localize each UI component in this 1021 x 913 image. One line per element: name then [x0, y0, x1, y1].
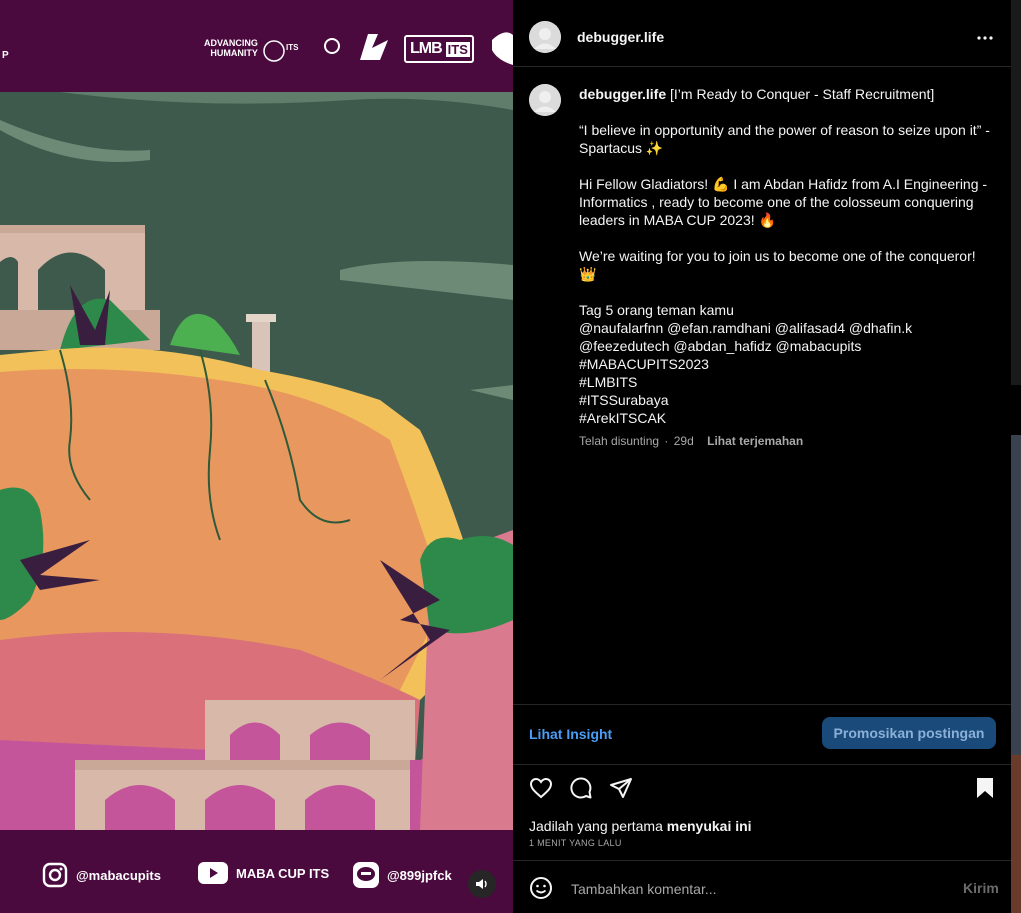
edited-label: Telah disunting — [579, 434, 660, 448]
social-line: @899jpfck — [353, 862, 452, 888]
strip-segment — [1011, 385, 1021, 435]
sponsor-lmb-its-text: ITS — [445, 41, 470, 57]
volume-button[interactable] — [468, 870, 496, 898]
comment-divider — [513, 860, 1011, 861]
heart-icon[interactable] — [529, 776, 553, 800]
header-divider — [513, 66, 1011, 67]
comment-input[interactable] — [569, 874, 933, 904]
insight-divider — [513, 704, 1011, 705]
bookmark-icon[interactable] — [973, 776, 997, 800]
likes-summary: Jadilah yang pertama menyukai ini — [529, 818, 752, 834]
caption-meta: Telah disunting · 29d Lihat terjemahan — [579, 434, 803, 448]
more-options-icon[interactable] — [973, 26, 997, 50]
default-avatar-icon — [529, 84, 561, 116]
comment-icon[interactable] — [569, 776, 593, 800]
author-avatar[interactable] — [529, 21, 561, 53]
youtube-icon — [198, 862, 228, 884]
caption-text: [I’m Ready to Conquer - Staff Recruitmen… — [579, 86, 990, 426]
media-illustration — [0, 0, 513, 913]
sponsor-advancing-humanity: ADVANCING HUMANITY — [204, 38, 258, 58]
instagram-icon — [42, 862, 68, 888]
line-icon — [353, 862, 379, 888]
post-caption: debugger.life [I’m Ready to Conquer - St… — [579, 85, 991, 427]
share-icon[interactable] — [609, 776, 633, 800]
actions-divider — [513, 764, 1011, 765]
meta-separator: · — [664, 434, 669, 448]
caption-avatar[interactable] — [529, 84, 561, 116]
social-line-handle: @899jpfck — [387, 867, 452, 883]
social-youtube-handle: MABA CUP ITS — [236, 865, 330, 881]
author-username[interactable]: debugger.life — [577, 29, 664, 45]
post-timestamp: 1 MENIT YANG LALU — [529, 838, 622, 848]
view-insights-link[interactable]: Lihat Insight — [529, 726, 612, 742]
sponsor-lmb-logo: LMB ITS — [404, 35, 474, 63]
sponsor-lmb-text: LMB — [410, 40, 443, 57]
social-youtube: MABA CUP ITS — [198, 862, 329, 884]
cut-off-logo-text: P — [2, 50, 9, 61]
post-comment-button[interactable]: Kirim — [963, 880, 999, 896]
see-translation-link[interactable]: Lihat terjemahan — [707, 434, 803, 448]
post-media[interactable]: ADVANCING HUMANITY ITS LMB ITS P @mabacu… — [0, 0, 513, 913]
likes-prefix: Jadilah yang pertama — [529, 818, 667, 834]
post-details-panel: debugger.life debugger.life [I’m Ready t… — [513, 0, 1011, 913]
promote-post-button[interactable]: Promosikan postingan — [822, 717, 996, 749]
strip-segment — [1011, 755, 1021, 913]
sponsor-its-mark: ITS — [286, 43, 299, 52]
default-avatar-icon — [529, 21, 561, 53]
background-page-strip — [1011, 0, 1021, 913]
social-instagram-handle: @mabacupits — [76, 867, 161, 883]
social-instagram: @mabacupits — [42, 862, 161, 888]
strip-segment — [1011, 435, 1021, 755]
like-this-link[interactable]: menyukai ini — [667, 818, 752, 834]
caption-username[interactable]: debugger.life — [579, 86, 666, 102]
post-age: 29d — [673, 434, 694, 448]
speaker-icon — [476, 879, 487, 889]
emoji-icon[interactable] — [529, 876, 553, 900]
